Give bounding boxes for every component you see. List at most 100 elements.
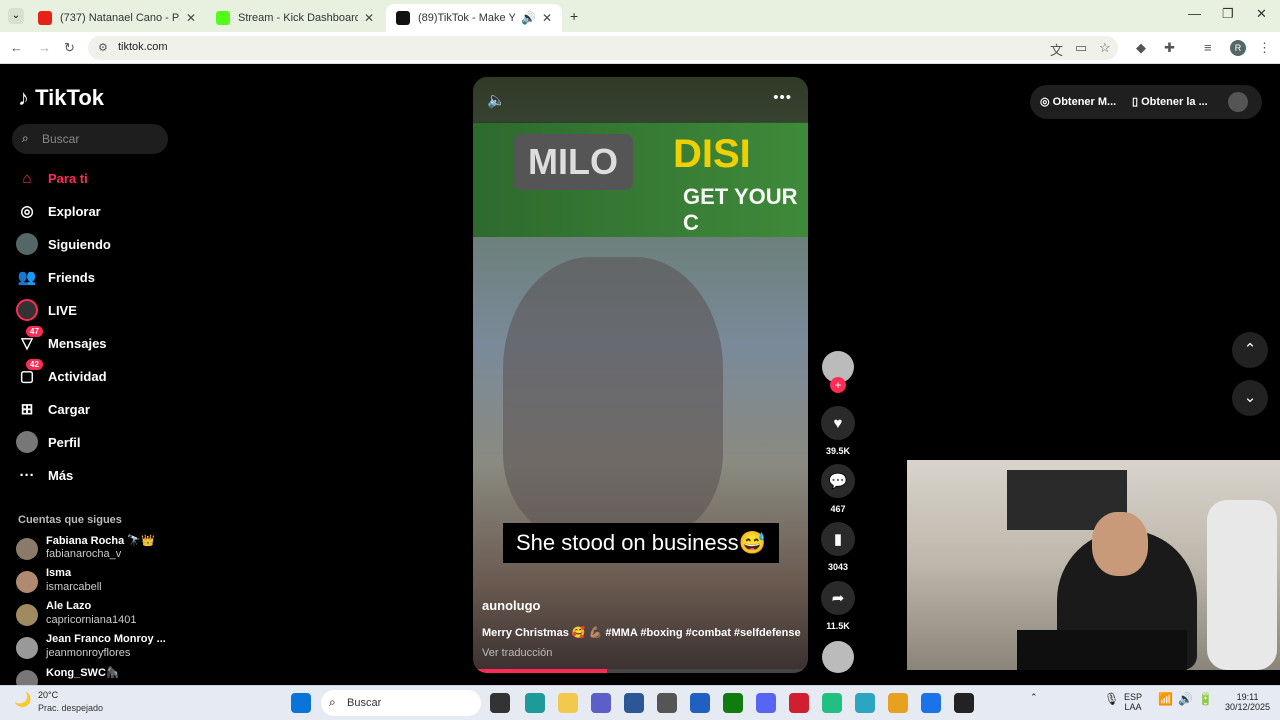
site-info-icon[interactable]: ⚙ xyxy=(98,41,108,54)
language-indicator[interactable]: ESP LAA xyxy=(1124,692,1142,712)
nav-cargar[interactable]: ⊞ Cargar xyxy=(16,395,166,423)
get-app-button[interactable]: ▯ Obtener la ... xyxy=(1132,95,1208,108)
tab-title: Stream - Kick Dashboard xyxy=(238,12,358,24)
chevron-down-icon: ⌄ xyxy=(1243,389,1257,406)
cast-icon[interactable]: ▭ xyxy=(1075,40,1087,56)
profile-avatar[interactable]: R xyxy=(1230,40,1246,56)
nav-perfil[interactable]: Perfil xyxy=(16,428,166,456)
battery-icon[interactable]: 🔋 xyxy=(1198,692,1213,706)
weather-icon[interactable]: 🌙 xyxy=(14,691,31,708)
user-avatar[interactable] xyxy=(1228,92,1248,112)
nav-siguiendo[interactable]: Siguiendo xyxy=(16,230,166,258)
clock[interactable]: 19:11 30/12/2025 xyxy=(1225,692,1270,712)
next-video-button[interactable]: ⌄ xyxy=(1232,380,1268,416)
forward-button[interactable]: → xyxy=(38,40,51,55)
video-author[interactable]: aunolugo xyxy=(482,598,541,613)
menu-dots-icon[interactable]: ⋮ xyxy=(1258,40,1271,56)
save-button[interactable]: ▮ 3043 xyxy=(820,522,856,572)
following-handle: jeanmonroyflores xyxy=(46,647,131,659)
close-window-button[interactable]: ✕ xyxy=(1256,6,1267,22)
chrome-active-icon[interactable] xyxy=(921,693,941,713)
chrome-icon[interactable] xyxy=(888,693,908,713)
app-icon[interactable] xyxy=(954,693,974,713)
reading-list-icon[interactable]: ≡ xyxy=(1204,40,1212,55)
tiktok-logo[interactable]: ♪ TikTok xyxy=(18,85,104,111)
address-bar[interactable]: ⚙ tiktok.com xyxy=(88,36,1118,60)
nav-label: LIVE xyxy=(48,302,77,318)
nav-explorar[interactable]: ◎ Explorar xyxy=(16,197,166,225)
mic-icon[interactable]: 🎙 xyxy=(1104,692,1119,706)
reload-button[interactable]: ↻ xyxy=(64,40,75,56)
start-button[interactable] xyxy=(291,693,311,713)
lang-layout: LAA xyxy=(1124,702,1142,712)
tab-youtube[interactable]: (737) Natanael Cano - Pacas De ✕ xyxy=(28,4,206,32)
task-view-icon[interactable] xyxy=(490,693,510,713)
volume-icon[interactable]: 🔈 xyxy=(487,91,506,109)
following-item[interactable]: Isma ismarcabell xyxy=(16,567,176,597)
extension-icon[interactable]: ◆ xyxy=(1136,40,1146,56)
notepad-icon[interactable] xyxy=(855,693,875,713)
following-item[interactable]: Jean Franco Monroy ... jeanmonroyflores xyxy=(16,633,176,663)
like-button[interactable]: ♥ 39.5K xyxy=(820,406,856,456)
avatar xyxy=(16,637,38,659)
comment-button[interactable]: 💬 467 xyxy=(820,464,856,514)
following-item[interactable]: Ale Lazo capricorniana1401 xyxy=(16,600,176,630)
tab-title: (89)TikTok - Make Your Day xyxy=(418,12,515,24)
share-button[interactable]: ➦ 11.5K xyxy=(820,581,856,631)
close-icon[interactable]: ✕ xyxy=(364,11,374,25)
taskbar-search[interactable]: ⌕ Buscar xyxy=(321,690,481,716)
nav-para-ti[interactable]: ⌂ Para ti xyxy=(16,164,166,192)
video-player[interactable]: MILO DISI GET YOUR C 🔈 ••• She stood on … xyxy=(473,77,808,673)
following-handle: fabianarocha_v xyxy=(46,548,122,560)
weather-condition: Prac. despejado xyxy=(38,703,104,713)
following-handle: capricorniana1401 xyxy=(46,614,137,626)
share-count: 11.5K xyxy=(826,621,850,631)
previous-video-button[interactable]: ⌃ xyxy=(1232,332,1268,368)
get-coins-button[interactable]: ◎ Obtener M... xyxy=(1040,95,1116,108)
tab-kick[interactable]: Stream - Kick Dashboard ✕ xyxy=(206,4,384,32)
tab-search-button[interactable]: ⌄ xyxy=(8,8,24,24)
nav-label: Friends xyxy=(48,269,95,285)
app-icon[interactable] xyxy=(822,693,842,713)
friends-icon: 👥 xyxy=(17,269,37,286)
follow-plus-icon[interactable]: + xyxy=(830,377,846,393)
maximize-button[interactable]: ❐ xyxy=(1222,6,1234,22)
nav-mensajes[interactable]: ▽ 47 Mensajes xyxy=(16,326,166,357)
close-icon[interactable]: ✕ xyxy=(186,11,196,25)
following-section-title: Cuentas que sigues xyxy=(18,514,122,526)
store-icon[interactable] xyxy=(624,693,644,713)
tab-tiktok[interactable]: (89)TikTok - Make Your Day 🔊 ✕ xyxy=(386,4,562,32)
file-explorer-icon[interactable] xyxy=(558,693,578,713)
save-count: 3043 xyxy=(827,562,849,572)
edge-icon[interactable] xyxy=(525,693,545,713)
bookmark-star-icon[interactable]: ☆ xyxy=(1099,40,1111,56)
tray-chevron-icon[interactable]: ⌃ xyxy=(1030,692,1038,703)
teams-icon[interactable] xyxy=(591,693,611,713)
translate-icon[interactable]: 文 xyxy=(1050,40,1063,59)
app-icon[interactable] xyxy=(690,693,710,713)
sound-avatar[interactable] xyxy=(822,641,854,673)
discord-icon[interactable] xyxy=(756,693,776,713)
nav-friends[interactable]: 👥 Friends xyxy=(16,263,166,291)
nav-live[interactable]: LIVE xyxy=(16,296,166,324)
new-tab-button[interactable]: + xyxy=(570,8,578,24)
back-button[interactable]: ← xyxy=(10,40,23,55)
xbox-icon[interactable] xyxy=(723,693,743,713)
translate-link[interactable]: Ver traducción xyxy=(482,647,552,659)
volume-icon[interactable]: 🔊 xyxy=(1178,692,1193,706)
minimize-button[interactable]: — xyxy=(1188,6,1201,21)
nav-mas[interactable]: ··· Más xyxy=(16,461,166,489)
close-icon[interactable]: ✕ xyxy=(542,11,552,25)
extensions-puzzle-icon[interactable]: ✚ xyxy=(1164,40,1175,56)
search-input[interactable]: ⌕ Buscar xyxy=(12,124,168,154)
wifi-icon[interactable]: 📶 xyxy=(1158,692,1173,706)
app-icon[interactable] xyxy=(789,693,809,713)
app-icon[interactable] xyxy=(657,693,677,713)
nav-label: Mensajes xyxy=(48,335,107,351)
banner-logo-text: MILO xyxy=(513,134,633,190)
more-options-icon[interactable]: ••• xyxy=(773,89,792,106)
speaker-icon[interactable]: 🔊 xyxy=(521,11,536,25)
following-item[interactable]: Fabiana Rocha 🔭👑 fabianarocha_v xyxy=(16,534,176,564)
nav-actividad[interactable]: ▢ 42 Actividad xyxy=(16,359,166,390)
video-progress-bar[interactable] xyxy=(473,669,808,673)
